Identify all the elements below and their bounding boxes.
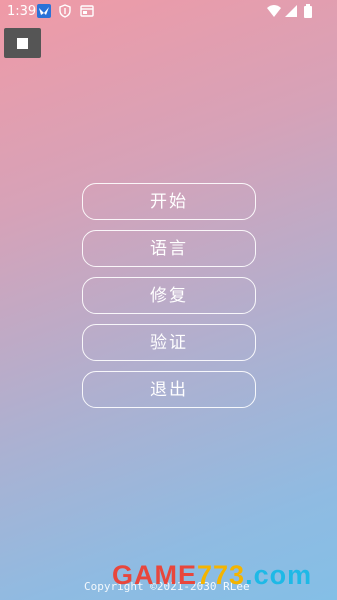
stop-icon [17, 38, 28, 49]
watermark-number: 773 [197, 560, 246, 590]
watermark-logo: GAME773.com [112, 560, 312, 591]
repair-button[interactable]: 修复 [82, 277, 256, 314]
exit-button[interactable]: 退出 [82, 371, 256, 408]
watermark-main: GAME [112, 560, 197, 590]
verify-button[interactable]: 验证 [82, 324, 256, 361]
start-button[interactable]: 开始 [82, 183, 256, 220]
language-button[interactable]: 语言 [82, 230, 256, 267]
footer: Copyright ©2021-2030 RLee GAME773.com [0, 560, 337, 600]
screen-cast-icon [80, 5, 94, 17]
notification-bird-icon [37, 4, 51, 18]
shield-app-icon [59, 4, 71, 18]
battery-icon [304, 4, 312, 18]
status-time: 1:39 [7, 4, 37, 19]
stop-button[interactable] [4, 28, 41, 58]
watermark-domain: .com [245, 560, 313, 590]
status-bar: 1:39 [0, 0, 337, 24]
wifi-icon [267, 5, 281, 17]
signal-icon [285, 5, 297, 17]
main-menu: 开始 语言 修复 验证 退出 [82, 183, 256, 418]
